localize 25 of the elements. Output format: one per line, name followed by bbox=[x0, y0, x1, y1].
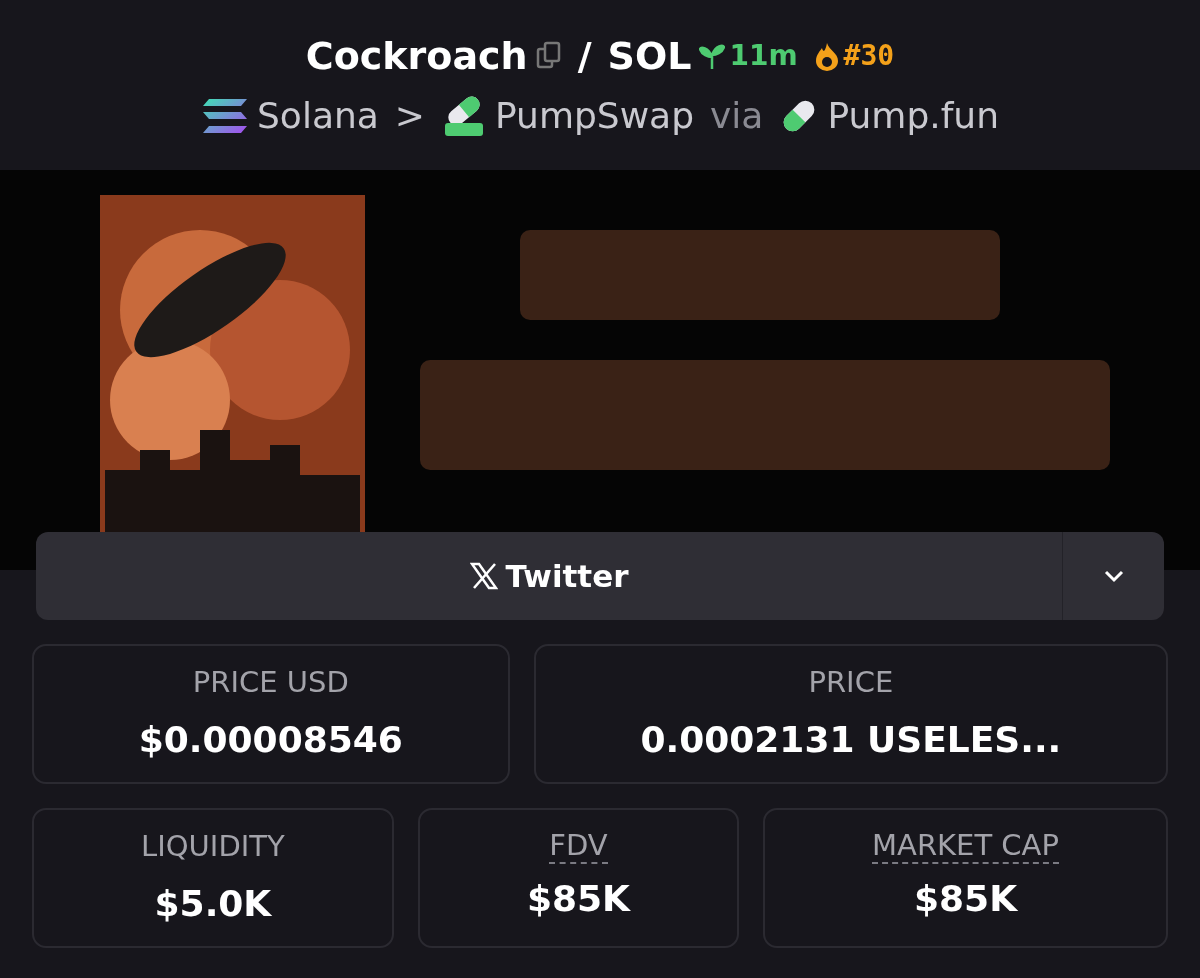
stat-label: PRICE bbox=[808, 664, 894, 702]
stat-label: PRICE USD bbox=[192, 664, 349, 702]
token-name: Cockroach bbox=[305, 32, 528, 80]
copy-icon bbox=[535, 41, 562, 71]
chain-link[interactable]: Solana bbox=[257, 88, 379, 143]
stat-value: $85K bbox=[526, 876, 630, 921]
x-logo-icon bbox=[469, 562, 498, 590]
chain-logo-icon bbox=[201, 96, 249, 135]
dex-link[interactable]: PumpSwap bbox=[495, 88, 695, 143]
breadcrumb-separator: > bbox=[394, 93, 425, 138]
chevron-down-icon bbox=[1102, 569, 1125, 583]
quote-token: SOL bbox=[607, 32, 692, 80]
stat-label: MARKET CAP bbox=[872, 830, 1059, 864]
pair-separator: / bbox=[577, 32, 592, 80]
pair-age: 11m bbox=[729, 38, 798, 74]
trending-rank: #30 bbox=[843, 38, 895, 74]
launchpad-link[interactable]: Pump.fun bbox=[827, 88, 999, 143]
flame-icon bbox=[813, 41, 840, 71]
stat-label: FDV bbox=[549, 830, 608, 864]
stat-value: $85K bbox=[914, 876, 1018, 921]
stat-value: 0.0002131 USELES... bbox=[640, 717, 1062, 762]
stat-value: $0.00008546 bbox=[138, 717, 403, 762]
via-label: via bbox=[710, 93, 764, 138]
stat-value: $5.0K bbox=[154, 881, 272, 926]
stat-label: LIQUIDITY bbox=[141, 828, 285, 866]
